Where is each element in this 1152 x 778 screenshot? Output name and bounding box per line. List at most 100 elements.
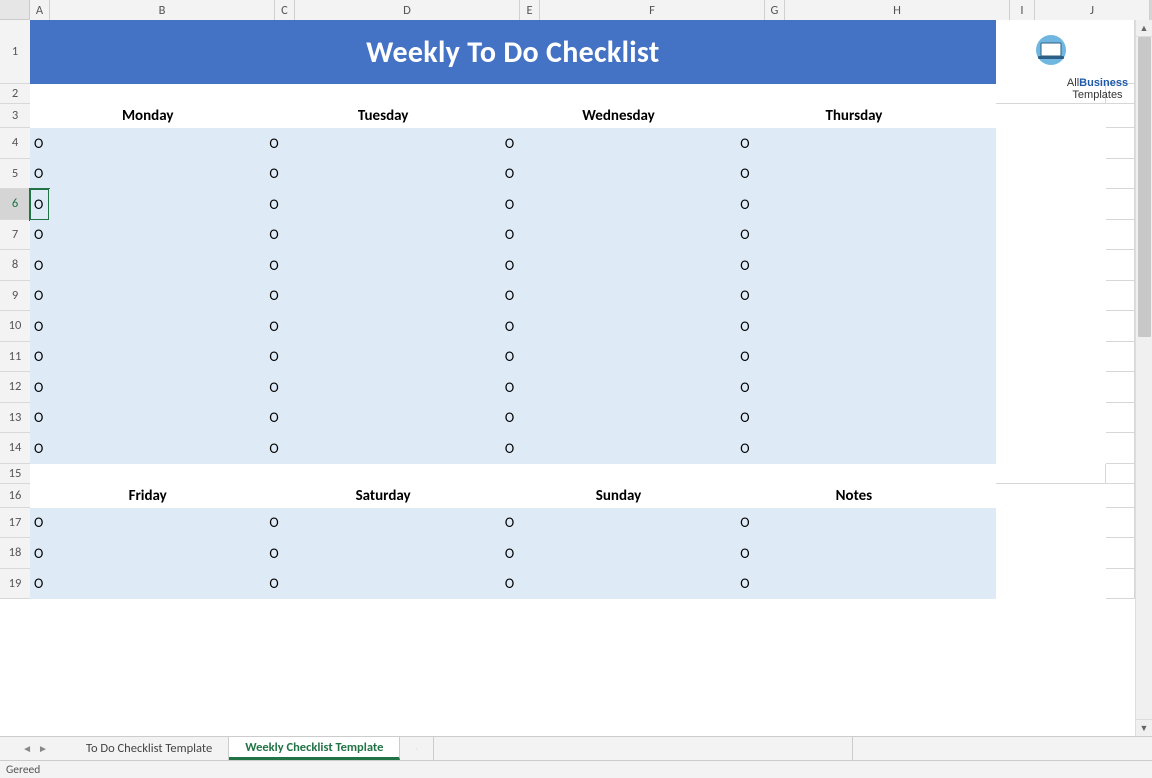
checklist-line[interactable] [756,342,972,373]
checklist-line[interactable] [520,433,736,464]
checklist-mark[interactable]: O [501,538,520,569]
checklist-mark[interactable]: O [30,372,49,403]
col-header-F[interactable]: F [540,0,765,20]
checklist-mark[interactable]: O [265,220,284,251]
cell[interactable] [285,84,501,104]
cell[interactable] [996,159,1106,190]
row-header-12[interactable]: 12 [0,372,30,403]
checklist-mark[interactable]: O [30,538,49,569]
checklist-mark[interactable]: O [265,159,284,190]
checklist-line[interactable] [520,189,736,220]
checklist-line[interactable] [285,220,501,251]
col-header-I[interactable]: I [1010,0,1035,20]
column-headers[interactable]: ABCDEFGHIJK [30,0,1152,20]
checklist-mark[interactable]: O [736,403,755,434]
checklist-mark[interactable]: O [30,189,49,220]
cell[interactable] [1106,104,1135,128]
checklist-mark[interactable]: O [736,128,755,159]
checklist-line[interactable] [520,403,736,434]
tab-nav-buttons[interactable]: ◄► [0,737,70,760]
checklist-line[interactable] [285,508,501,539]
checklist-mark[interactable]: O [736,159,755,190]
checklist-mark[interactable]: O [30,220,49,251]
col-header-B[interactable]: B [50,0,275,20]
checklist-line[interactable] [285,433,501,464]
cell[interactable] [972,403,996,434]
checklist-mark[interactable]: O [265,189,284,220]
row-header-9[interactable]: 9 [0,281,30,312]
cell[interactable] [1106,20,1135,84]
checklist-line[interactable] [520,250,736,281]
checklist-mark[interactable]: O [736,311,755,342]
cell[interactable] [49,464,265,484]
cell[interactable] [996,569,1106,600]
cell[interactable] [1106,189,1135,220]
checklist-mark[interactable]: O [736,281,755,312]
cell[interactable] [972,372,996,403]
cell[interactable] [972,189,996,220]
checklist-mark[interactable]: O [265,569,284,600]
checklist-mark[interactable]: O [30,569,49,600]
checklist-line[interactable] [49,220,265,251]
cell[interactable] [996,484,1107,508]
cell[interactable] [30,84,49,104]
checklist-line[interactable] [756,403,972,434]
checklist-line[interactable] [49,372,265,403]
cell[interactable] [30,464,49,484]
col-header-G[interactable]: G [765,0,785,20]
checklist-mark[interactable]: O [501,372,520,403]
cell[interactable] [1106,281,1135,312]
checklist-line[interactable] [756,508,972,539]
row-header-6[interactable]: 6 [0,189,30,220]
row-header-14[interactable]: 14 [0,433,30,464]
checklist-line[interactable] [49,189,265,220]
checklist-mark[interactable]: O [501,281,520,312]
checklist-line[interactable] [49,342,265,373]
cell[interactable] [1106,403,1135,434]
checklist-line[interactable] [756,220,972,251]
cell[interactable] [972,433,996,464]
checklist-mark[interactable]: O [736,250,755,281]
cell[interactable] [501,84,520,104]
cell[interactable] [972,538,996,569]
checklist-line[interactable] [756,281,972,312]
checklist-line[interactable] [285,569,501,600]
checklist-line[interactable] [49,159,265,190]
cell[interactable] [755,464,971,484]
col-header-D[interactable]: D [295,0,520,20]
checklist-line[interactable] [49,538,265,569]
cell[interactable] [972,159,996,190]
checklist-mark[interactable]: O [501,250,520,281]
checklist-mark[interactable]: O [501,189,520,220]
row-header-10[interactable]: 10 [0,311,30,342]
cell[interactable] [1106,128,1135,159]
checklist-mark[interactable]: O [501,128,520,159]
cell[interactable] [972,508,996,539]
scroll-up-button[interactable]: ▲ [1136,20,1152,37]
checklist-line[interactable] [285,128,501,159]
checklist-mark[interactable]: O [501,342,520,373]
row-header-16[interactable]: 16 [0,484,30,508]
sheet-tab-add[interactable] [400,737,434,760]
cell[interactable] [972,220,996,251]
checklist-line[interactable] [49,250,265,281]
cell[interactable] [996,403,1106,434]
checklist-line[interactable] [756,372,972,403]
col-header-E[interactable]: E [520,0,540,20]
cell[interactable] [520,84,736,104]
cell[interactable] [1106,569,1135,600]
checklist-line[interactable] [285,311,501,342]
checklist-mark[interactable]: O [501,433,520,464]
cell[interactable] [736,84,755,104]
checklist-line[interactable] [520,220,736,251]
cell[interactable] [996,250,1106,281]
row-header-8[interactable]: 8 [0,250,30,281]
checklist-line[interactable] [49,403,265,434]
cell[interactable] [1106,220,1135,251]
cell[interactable] [972,484,996,508]
checklist-line[interactable] [520,508,736,539]
checklist-line[interactable] [285,372,501,403]
cell[interactable] [996,508,1106,539]
row-header-18[interactable]: 18 [0,538,30,569]
checklist-mark[interactable]: O [30,433,49,464]
